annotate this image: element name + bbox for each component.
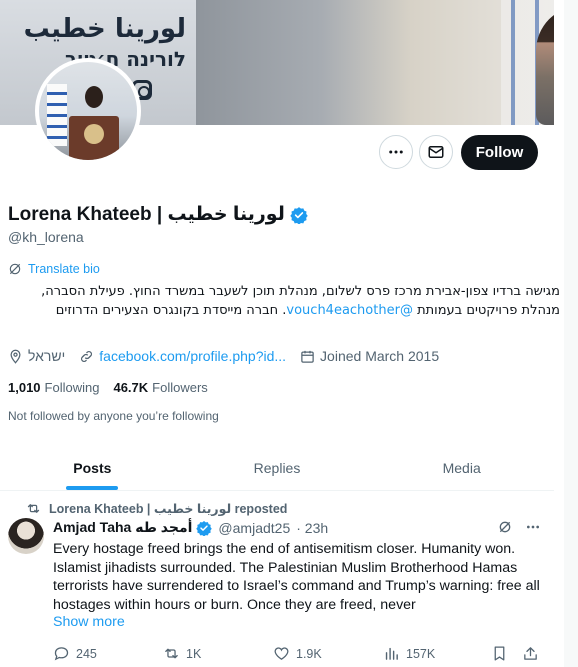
retweet-count: 1K	[186, 646, 202, 661]
location-item: ישראל	[8, 348, 65, 364]
avatar-emblem	[84, 124, 104, 144]
bio-text-2: . חברה מייסדת בקונגרס הצעירים הדרוזים	[55, 303, 287, 318]
tweet-more-icon[interactable]	[525, 519, 541, 535]
bio-mention-link[interactable]: @vouch4eachother	[286, 303, 413, 318]
profile-avatar[interactable]	[35, 58, 141, 164]
repost-text[interactable]: Lorena Khateeb | لورينا خطيب reposted	[49, 501, 287, 516]
location-pin-icon	[10, 349, 21, 364]
repost-indicator: Lorena Khateeb | لورينا خطيب reposted	[26, 501, 287, 516]
profile-tabs: Posts Replies Media	[0, 445, 554, 491]
calendar-icon	[301, 350, 314, 363]
joined-text: Joined March 2015	[320, 348, 440, 364]
follow-button[interactable]: Follow	[461, 135, 538, 170]
like-count: 1.9K	[296, 646, 322, 661]
tweet-author-handle[interactable]: @amjadt25	[218, 520, 290, 536]
followers-label: Followers	[152, 380, 208, 395]
share-icon[interactable]	[522, 645, 539, 662]
mail-icon	[428, 146, 444, 158]
follow-counts: 1,010 Following 46.7K Followers	[8, 380, 208, 395]
tweet-time[interactable]: · 23h	[296, 520, 328, 536]
tweet-top-actions	[497, 519, 541, 535]
followers-count: 46.7K	[113, 380, 149, 395]
banner-brand-arabic: لورينا خطيب	[23, 14, 186, 44]
repost-icon	[27, 504, 40, 513]
following-label: Following	[44, 380, 100, 395]
location-text: ישראל	[28, 348, 66, 364]
reply-icon	[54, 647, 69, 661]
tweet-author-name[interactable]: Amjad Taha أمجد طه	[53, 519, 192, 536]
profile-bio: מגישה ברדיו צפון-אבירת מרכז פרס לשלום, מ…	[14, 282, 560, 320]
display-name: Lorena Khateeb | لورينا خطيب	[8, 204, 285, 225]
profile-handle: @kh_lorena	[8, 229, 84, 245]
tab-media[interactable]: Media	[369, 445, 554, 490]
reply-button[interactable]: 245	[53, 645, 163, 662]
verified-badge-icon[interactable]	[290, 206, 308, 224]
like-button[interactable]: 1.9K	[273, 645, 383, 662]
profile-meta: ישראל facebook.com/profile.php?id... Joi…	[8, 348, 439, 364]
reply-count: 245	[76, 646, 97, 661]
not-followed-note: Not followed by anyone you’re following	[8, 409, 219, 423]
page-scrollbar[interactable]	[564, 0, 578, 667]
views-count: 157K	[406, 646, 436, 661]
views-button[interactable]: 157K	[383, 645, 491, 662]
show-more-link[interactable]: Show more	[53, 614, 125, 630]
bookmark-icon[interactable]	[491, 645, 508, 662]
heart-icon	[274, 647, 289, 660]
verified-badge-icon[interactable]	[196, 520, 213, 536]
website-link[interactable]: facebook.com/profile.php?id...	[99, 348, 286, 364]
more-options-button[interactable]	[379, 135, 413, 169]
views-icon	[385, 647, 398, 660]
retweet-icon	[165, 648, 178, 659]
following-count: 1,010	[8, 380, 41, 395]
following-link[interactable]: 1,010 Following	[8, 380, 99, 395]
tweet-text: Every hostage freed brings the end of an…	[53, 541, 540, 613]
tweet-author-avatar[interactable]	[8, 518, 44, 554]
tweet-header: Amjad Taha أمجد طه @amjadt25 · 23h	[53, 519, 328, 536]
avatar-flag	[47, 84, 67, 146]
tab-replies[interactable]: Replies	[185, 445, 370, 490]
avatar-person	[85, 86, 103, 108]
website-item[interactable]: facebook.com/profile.php?id...	[79, 348, 286, 364]
more-icon	[389, 150, 403, 154]
followers-link[interactable]: 46.7K Followers	[113, 380, 207, 395]
tab-posts[interactable]: Posts	[0, 445, 185, 490]
link-icon	[81, 350, 93, 362]
grok-icon[interactable]	[497, 519, 513, 535]
message-button[interactable]	[419, 135, 453, 169]
tweet-right-actions	[491, 645, 539, 662]
retweet-button[interactable]: 1K	[163, 645, 273, 662]
translate-bio-link[interactable]: Translate bio	[8, 262, 100, 276]
tweet-action-bar: 245 1K 1.9K 157K	[53, 645, 543, 662]
banner-photo	[196, 0, 554, 125]
joined-item: Joined March 2015	[300, 348, 439, 364]
translate-icon	[9, 263, 21, 275]
profile-name-row: Lorena Khateeb | لورينا خطيب	[8, 203, 308, 226]
translate-bio-label: Translate bio	[28, 262, 100, 276]
